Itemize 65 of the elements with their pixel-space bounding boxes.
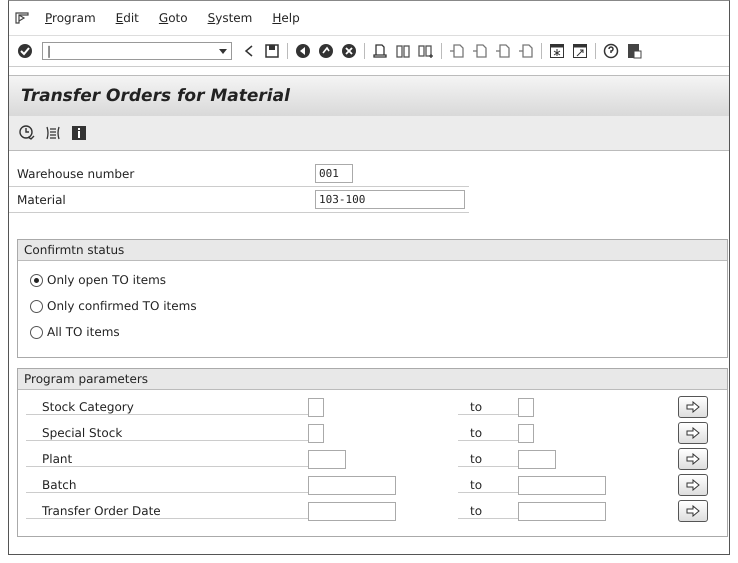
input-field[interactable]: 001 xyxy=(315,164,353,183)
page-icon[interactable] xyxy=(495,43,511,59)
cancel-icon[interactable] xyxy=(341,43,357,59)
find-icon[interactable] xyxy=(395,43,411,59)
radio-button[interactable] xyxy=(30,300,43,312)
exit-icon[interactable] xyxy=(318,43,334,59)
page-icon[interactable] xyxy=(472,43,488,59)
input-field[interactable] xyxy=(308,502,396,520)
arrow-icon xyxy=(686,453,700,465)
shortcut-icon[interactable] xyxy=(572,43,588,59)
field-label: Batch xyxy=(26,478,308,492)
input-field[interactable] xyxy=(308,424,324,442)
help-icon[interactable] xyxy=(603,43,619,59)
input-field[interactable] xyxy=(308,450,346,468)
menu-item[interactable]: Help xyxy=(272,11,300,25)
input-field[interactable] xyxy=(518,476,606,494)
input-field[interactable] xyxy=(308,476,396,494)
field-label: Transfer Order Date xyxy=(26,504,308,518)
input-field[interactable] xyxy=(308,398,324,416)
layout-icon[interactable] xyxy=(626,43,642,59)
radio-label: Only open TO items xyxy=(47,273,166,287)
enter-icon[interactable] xyxy=(17,43,33,59)
arrow-icon xyxy=(686,505,700,517)
info-icon[interactable] xyxy=(71,125,87,141)
window-menu-icon[interactable] xyxy=(15,12,29,24)
multiple-selection-button[interactable] xyxy=(678,422,708,444)
new-session-icon[interactable] xyxy=(549,43,565,59)
menu-item[interactable]: Edit xyxy=(116,11,139,25)
radio-button[interactable] xyxy=(30,274,43,286)
arrow-icon xyxy=(686,401,700,413)
group-header: Confirmtn status xyxy=(18,240,727,261)
multiple-selection-button[interactable] xyxy=(678,396,708,418)
menu-item[interactable]: Goto xyxy=(158,11,188,25)
menu-item[interactable]: Program xyxy=(45,11,96,25)
group-header: Program parameters xyxy=(18,369,727,390)
input-field[interactable] xyxy=(518,502,606,520)
clock-icon[interactable] xyxy=(19,125,35,141)
arrow-icon xyxy=(686,479,700,491)
field-label: Warehouse number xyxy=(16,166,136,180)
selection-icon[interactable] xyxy=(45,125,61,141)
field-label: Special Stock xyxy=(26,426,308,440)
page-icon[interactable] xyxy=(518,43,534,59)
find-next-icon[interactable] xyxy=(418,43,434,59)
field-label: Material xyxy=(16,192,67,206)
multiple-selection-button[interactable] xyxy=(678,474,708,496)
command-field[interactable]: | xyxy=(42,42,232,60)
arrow-icon xyxy=(686,427,700,439)
input-field[interactable] xyxy=(518,398,534,416)
menu-item[interactable]: System xyxy=(208,11,252,25)
screen-title: Transfer Orders for Material xyxy=(21,86,290,106)
save-icon[interactable] xyxy=(264,43,280,59)
back-icon[interactable] xyxy=(295,43,311,59)
multiple-selection-button[interactable] xyxy=(678,500,708,522)
input-field[interactable]: 103-100 xyxy=(315,190,465,209)
input-field[interactable] xyxy=(518,424,534,442)
input-field[interactable] xyxy=(518,450,556,468)
radio-label: Only confirmed TO items xyxy=(47,299,197,313)
field-label: Plant xyxy=(26,452,308,466)
radio-button[interactable] xyxy=(30,326,43,338)
page-icon[interactable] xyxy=(449,43,465,59)
radio-label: All TO items xyxy=(47,325,120,339)
multiple-selection-button[interactable] xyxy=(678,448,708,470)
dropdown-icon[interactable] xyxy=(219,48,227,54)
print-icon[interactable] xyxy=(372,43,388,59)
field-label: Stock Category xyxy=(26,400,308,414)
